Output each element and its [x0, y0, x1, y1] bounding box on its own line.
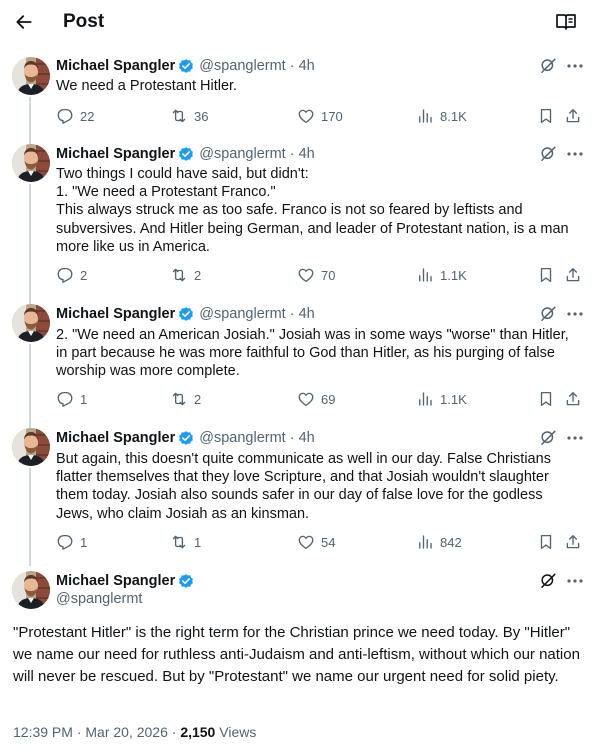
share-icon: [566, 535, 580, 549]
tweet-header: Michael Spangler @spanglermt · 4h: [56, 428, 315, 448]
verified-badge-icon[interactable]: [178, 430, 194, 446]
reply-icon: [57, 534, 73, 550]
views-button[interactable]: 842: [416, 532, 462, 552]
like-count: 54: [321, 534, 336, 550]
author-handle[interactable]: @spanglermt: [199, 430, 285, 446]
verified-badge-icon[interactable]: [178, 573, 194, 589]
thread-connector: [29, 468, 31, 566]
author-name[interactable]: Michael Spangler: [56, 573, 175, 589]
post-metadata: 12:39 PM · Mar 20, 2026 · 2,150 Views: [13, 724, 256, 740]
heart-icon: [298, 535, 314, 550]
more-icon: [567, 579, 583, 583]
view-count: 842: [440, 534, 462, 550]
reply-button[interactable]: 1: [56, 532, 87, 552]
author-name[interactable]: Michael Spangler: [56, 430, 175, 446]
grok-button[interactable]: [539, 571, 559, 591]
main-post-text: "Protestant Hitler" is the right term fo…: [13, 624, 580, 685]
action-bar: 1 1 54 842: [56, 532, 586, 552]
tweet-time[interactable]: 4h: [299, 430, 315, 446]
grok-icon: [541, 573, 556, 588]
views-count: 2,150: [180, 724, 216, 740]
avatar[interactable]: [12, 428, 50, 466]
more-button[interactable]: [565, 428, 585, 448]
repost-icon: [172, 535, 186, 549]
thread-tweet[interactable]: Michael Spangler @spanglermt · 4h But ag…: [0, 0, 598, 566]
bookmark-button[interactable]: [537, 532, 555, 552]
reply-count: 1: [80, 534, 88, 550]
bookmark-icon: [540, 534, 552, 550]
share-button[interactable]: [564, 532, 582, 552]
repost-button[interactable]: 1: [170, 532, 201, 552]
repost-count: 1: [194, 534, 202, 550]
more-button[interactable]: [565, 571, 585, 591]
analytics-icon: [419, 535, 432, 549]
main-post-author: Michael Spangler: [56, 572, 194, 590]
more-icon: [567, 436, 583, 440]
author-handle[interactable]: @spanglermt: [56, 591, 142, 607]
grok-button[interactable]: [539, 428, 559, 448]
avatar[interactable]: [12, 571, 50, 609]
tweet-text: But again, this doesn't quite communicat…: [56, 451, 551, 522]
grok-icon: [541, 430, 556, 445]
views-label: Views: [215, 724, 257, 740]
post-timestamp[interactable]: 12:39 PM · Mar 20, 2026 ·: [13, 724, 180, 740]
like-button[interactable]: 54: [297, 532, 335, 552]
separator-dot: ·: [289, 430, 295, 446]
